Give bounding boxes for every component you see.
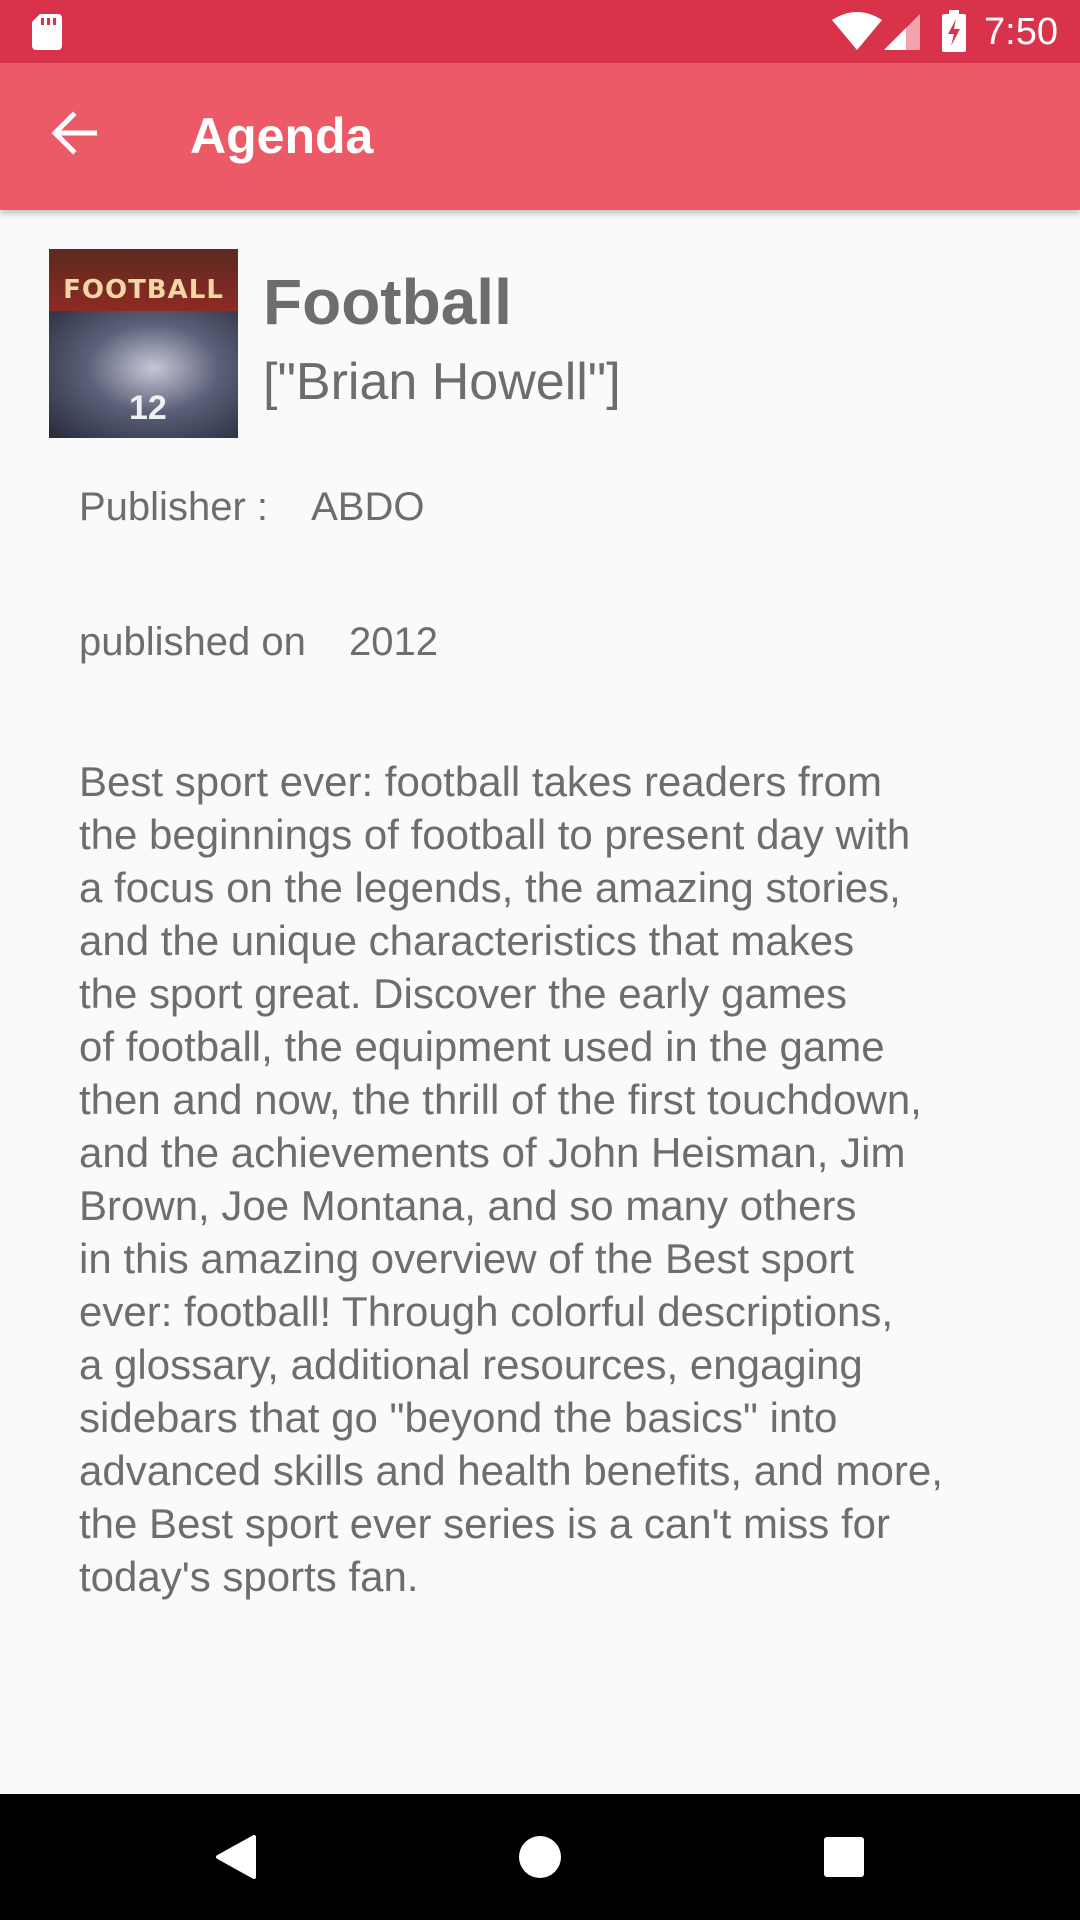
battery-charging-icon bbox=[942, 10, 966, 52]
publisher-row: Publisher : ABDO bbox=[79, 483, 424, 531]
book-title: Football bbox=[263, 266, 512, 338]
app-bar: Agenda bbox=[0, 63, 1080, 210]
publisher-label: Publisher : bbox=[79, 485, 268, 529]
back-button[interactable] bbox=[34, 93, 114, 173]
nav-recents-icon bbox=[824, 1837, 864, 1877]
published-value: 2012 bbox=[348, 620, 438, 664]
cover-jersey-number: 12 bbox=[129, 389, 167, 427]
status-time: 7:50 bbox=[984, 11, 1058, 53]
sd-card-icon bbox=[32, 14, 62, 50]
publisher-value: ABDO bbox=[311, 485, 425, 529]
published-row: published on 2012 bbox=[79, 618, 438, 666]
arrow-back-icon bbox=[51, 111, 97, 155]
nav-back-button[interactable] bbox=[196, 1817, 276, 1897]
published-label: published on bbox=[79, 620, 306, 664]
wifi-icon bbox=[832, 12, 882, 50]
cover-title-text: FOOTBALL bbox=[63, 275, 224, 305]
book-description: Best sport ever: football takes readers … bbox=[79, 758, 943, 1600]
nav-home-icon bbox=[519, 1836, 561, 1878]
page-title: Agenda bbox=[190, 108, 374, 164]
signal-icon bbox=[884, 14, 920, 50]
status-bar: 7:50 bbox=[0, 0, 1080, 63]
nav-home-button[interactable] bbox=[500, 1817, 580, 1897]
nav-back-icon bbox=[216, 1835, 256, 1879]
nav-recents-button[interactable] bbox=[804, 1817, 884, 1897]
book-author: ["Brian Howell"] bbox=[263, 353, 621, 411]
navigation-bar bbox=[0, 1794, 1080, 1920]
book-cover-image: FOOTBALL 12 bbox=[49, 249, 238, 438]
